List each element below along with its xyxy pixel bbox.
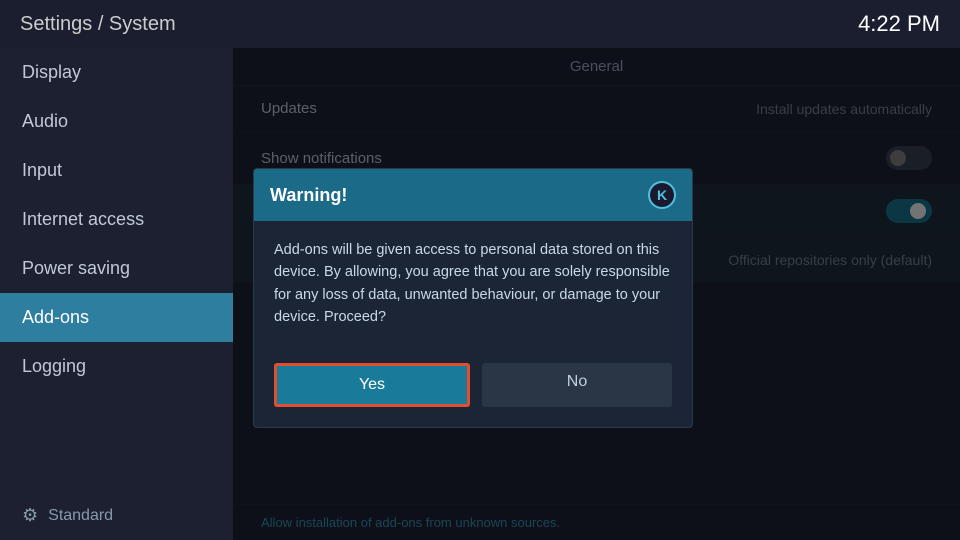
sidebar-item-display[interactable]: Display	[0, 48, 233, 97]
sidebar-item-add-ons[interactable]: Add-ons	[0, 293, 233, 342]
sidebar-item-internet-access[interactable]: Internet access	[0, 195, 233, 244]
modal-title: Warning!	[270, 185, 347, 206]
sidebar-item-audio[interactable]: Audio	[0, 97, 233, 146]
sidebar-item-power-saving[interactable]: Power saving	[0, 244, 233, 293]
modal-body: Add-ons will be given access to personal…	[254, 221, 692, 347]
header: Settings / System 4:22 PM	[0, 0, 960, 48]
clock: 4:22 PM	[858, 11, 940, 37]
modal-overlay: Warning! K Add-ons will be given access …	[233, 48, 960, 540]
modal-header: Warning! K	[254, 169, 692, 221]
main-layout: Display Audio Input Internet access Powe…	[0, 48, 960, 540]
sidebar-footer: ⚙ Standard	[0, 491, 233, 540]
page-title: Settings / System	[20, 13, 176, 36]
no-button[interactable]: No	[482, 363, 672, 407]
warning-modal: Warning! K Add-ons will be given access …	[253, 168, 693, 428]
yes-button[interactable]: Yes	[274, 363, 470, 407]
sidebar-item-input[interactable]: Input	[0, 146, 233, 195]
content-area: General Updates Install updates automati…	[233, 48, 960, 540]
sidebar-footer-label: Standard	[48, 507, 113, 525]
kodi-logo-icon: K	[648, 181, 676, 209]
gear-icon: ⚙	[22, 505, 38, 526]
sidebar-nav: Display Audio Input Internet access Powe…	[0, 48, 233, 391]
sidebar-item-logging[interactable]: Logging	[0, 342, 233, 391]
sidebar: Display Audio Input Internet access Powe…	[0, 48, 233, 540]
modal-actions: Yes No	[254, 347, 692, 427]
